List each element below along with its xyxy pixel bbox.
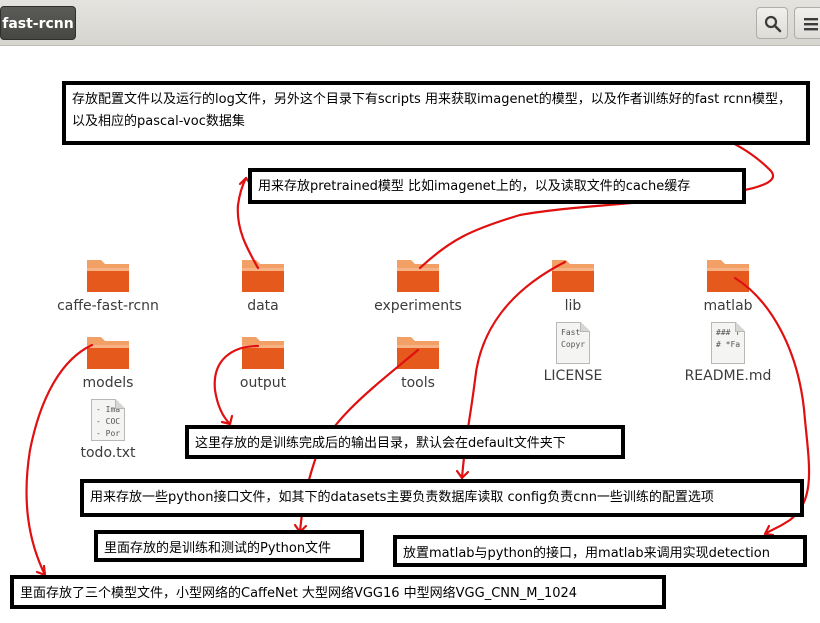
annotation-tools: 里面存放的是训练和测试的Python文件 xyxy=(94,530,364,562)
folder-experiments[interactable]: experiments xyxy=(353,254,483,314)
path-button-fast-rcnn[interactable]: fast-rcnn xyxy=(0,6,76,40)
file-label: README.md xyxy=(684,368,772,384)
folder-icon xyxy=(87,337,129,369)
folder-label: experiments xyxy=(374,298,462,314)
folder-label: caffe-fast-rcnn xyxy=(57,298,159,314)
folder-label: tools xyxy=(401,375,435,391)
folder-matlab[interactable]: matlab xyxy=(663,254,793,314)
file-todo[interactable]: - Ima - COC - Por todo.txt xyxy=(43,399,173,461)
file-preview-line: - COC xyxy=(96,417,121,426)
folder-label: lib xyxy=(564,298,582,314)
file-label: LICENSE xyxy=(543,368,603,384)
file-preview-line: - Ima xyxy=(96,405,121,414)
file-preview-line: - Por xyxy=(96,429,121,438)
file-label: todo.txt xyxy=(80,445,136,461)
folder-icon xyxy=(397,260,439,292)
folder-icon xyxy=(707,260,749,292)
folder-icon xyxy=(397,337,439,369)
folder-icon xyxy=(242,260,284,292)
text-file-icon: ### T # *Fa xyxy=(711,322,745,364)
menu-button[interactable] xyxy=(794,7,820,39)
folder-output[interactable]: output xyxy=(198,331,328,391)
hamburger-menu-icon xyxy=(804,18,818,31)
annotation-data: 用来存放pretrained模型 比如imagenet上的，以及读取文件的cac… xyxy=(248,168,746,204)
folder-label: models xyxy=(82,375,134,391)
search-button[interactable] xyxy=(756,7,788,39)
text-file-icon: - Ima - COC - Por xyxy=(91,399,125,441)
annotation-models: 里面存放了三个模型文件，小型网络的CaffeNet 大型网络VGG16 中型网络… xyxy=(10,575,666,609)
arrow-models-head xyxy=(35,564,47,577)
folder-data[interactable]: data xyxy=(198,254,328,314)
annotation-output: 这里存放的是训练完成后的输出目录，默认会在default文件夹下 xyxy=(185,425,625,459)
file-preview-line: # *Fa xyxy=(716,340,741,349)
file-license[interactable]: Fast Copyr LICENSE xyxy=(508,322,638,384)
arrow-lib-head xyxy=(455,469,470,480)
folder-icon xyxy=(552,260,594,292)
folder-models[interactable]: models xyxy=(43,331,173,391)
search-icon xyxy=(764,15,782,33)
annotation-matlab: 放置matlab与python的接口，用matlab来调用实现detection xyxy=(393,535,807,567)
annotation-lib: 用来存放一些python接口文件，如其下的datasets主要负责数据库读取 c… xyxy=(80,479,804,517)
folder-label: matlab xyxy=(703,298,753,314)
arrow-matlab-head xyxy=(763,524,775,537)
file-readme[interactable]: ### T # *Fa README.md xyxy=(663,322,793,384)
file-preview-line: Fast xyxy=(561,328,581,337)
file-preview-line: Copyr xyxy=(561,340,586,349)
annotation-experiments: 存放配置文件以及运行的log文件，另外这个目录下有scripts 用来获取ima… xyxy=(62,81,810,145)
folder-label: output xyxy=(239,375,287,391)
folder-lib[interactable]: lib xyxy=(508,254,638,314)
folder-tools[interactable]: tools xyxy=(353,331,483,391)
text-file-icon: Fast Copyr xyxy=(556,322,590,364)
folder-icon xyxy=(87,260,129,292)
folder-icon xyxy=(242,337,284,369)
header-bar: fast-rcnn xyxy=(0,0,820,46)
arrow-output-head xyxy=(220,414,234,426)
folder-caffe-fast-rcnn[interactable]: caffe-fast-rcnn xyxy=(43,254,173,314)
folder-label: data xyxy=(247,298,279,314)
file-preview-line: ### T xyxy=(716,328,741,337)
